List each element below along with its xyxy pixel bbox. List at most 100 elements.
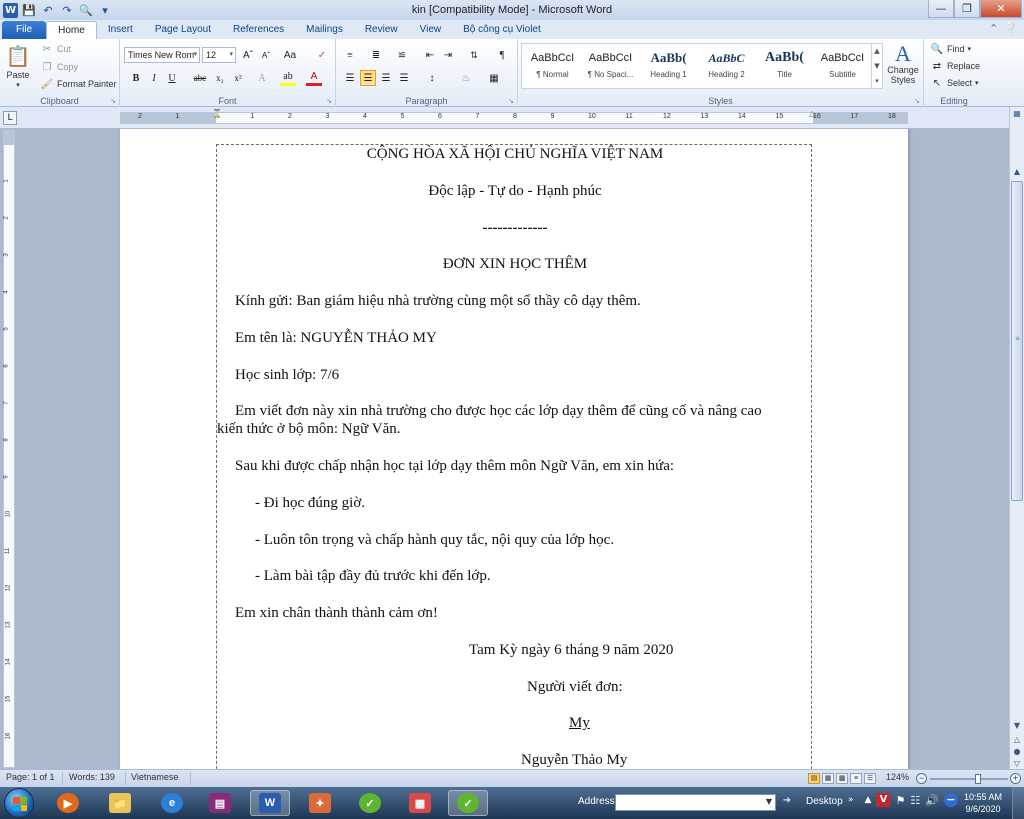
style-no-spacing[interactable]: AaBbCcI ¶ No Spaci... (582, 46, 639, 88)
page-count[interactable]: Page: 1 of 1 (6, 772, 55, 782)
font-size-box[interactable]: 12 ▾ (202, 47, 236, 63)
customize-qat-icon[interactable]: ▾ (97, 2, 113, 18)
tab-selector-icon[interactable]: L (3, 111, 17, 125)
font-name-box[interactable]: Times New Rom ▾ (124, 47, 200, 63)
print-preview-icon[interactable]: 🔍 (78, 2, 94, 18)
format-painter-button[interactable]: 🖌 Format Painter (40, 77, 117, 91)
zoom-level[interactable]: 124% (886, 772, 909, 782)
scroll-down-icon[interactable]: ▼ (1010, 719, 1024, 733)
chevron-up-icon[interactable]: ▲ (874, 47, 879, 55)
superscript-icon[interactable]: x² (230, 70, 246, 86)
save-icon[interactable]: 💾 (21, 2, 37, 18)
full-screen-view-icon[interactable]: ▦ (822, 773, 834, 784)
minimize-ribbon-icon[interactable]: ⌃ (989, 22, 998, 35)
shading-icon[interactable]: ♨ (458, 70, 474, 86)
bullets-icon[interactable]: ≡ (342, 47, 358, 63)
styles-launcher-icon[interactable]: ↘ (914, 97, 920, 105)
justify-icon[interactable]: ☰ (396, 70, 412, 86)
winrar-taskbar-button[interactable]: ▤ (200, 790, 240, 816)
paragraph-launcher-icon[interactable]: ↘ (508, 97, 514, 105)
borders-icon[interactable]: ▦ (486, 70, 502, 86)
sort-icon[interactable]: ⇅ (466, 47, 482, 63)
scroll-thumb[interactable]: ≡ (1011, 181, 1023, 501)
address-input[interactable]: ▼ (615, 794, 776, 811)
style-heading-2[interactable]: AaBbC Heading 2 (698, 46, 755, 88)
action-center-icon[interactable]: ⚑ (895, 794, 905, 807)
grow-font-icon[interactable]: Aˆ (240, 47, 256, 63)
outline-view-icon[interactable]: ≡ (850, 773, 862, 784)
highlight-icon[interactable]: ab (280, 70, 296, 86)
paste-button[interactable]: 📋 Paste ▾ (6, 43, 31, 90)
zoom-out-icon[interactable]: − (916, 773, 927, 784)
chevron-right-icon[interactable]: » (848, 795, 854, 805)
desktop-toolbar-label[interactable]: Desktop (806, 796, 843, 807)
increase-indent-icon[interactable]: ⇥ (440, 47, 456, 63)
restore-button[interactable]: ❐ (954, 0, 980, 18)
scroll-up-icon[interactable]: ▲ (1010, 165, 1024, 179)
more-styles-icon[interactable]: ▾ (875, 77, 879, 85)
violet-taskbar-button[interactable]: ✓ (350, 790, 390, 816)
network-icon[interactable]: ☷ (910, 794, 920, 807)
text-effects-icon[interactable]: A (254, 70, 270, 86)
show-desktop-button[interactable] (1012, 787, 1024, 819)
copy-button[interactable]: ❐ Copy (40, 60, 79, 74)
volume-icon[interactable]: 🔊 (925, 794, 939, 807)
tab-references[interactable]: References (222, 21, 295, 39)
zoom-slider[interactable] (930, 778, 1008, 780)
unikey-icon[interactable]: − (943, 793, 958, 807)
clock[interactable]: 10:55 AM 9/6/2020 (958, 791, 1008, 815)
tab-mailings[interactable]: Mailings (295, 21, 354, 39)
vertical-ruler[interactable]: 1234567891011121314151617 (3, 130, 15, 776)
underline-icon[interactable]: U (164, 70, 180, 86)
word-count[interactable]: Words: 139 (69, 772, 115, 782)
clipboard-launcher-icon[interactable]: ↘ (110, 97, 116, 105)
bold-icon[interactable]: B (128, 70, 144, 86)
text-box[interactable]: CỘNG HÒA XÃ HỘI CHỦ NGHĨA VIỆT NAM Độc l… (216, 144, 812, 769)
style-heading-1[interactable]: AaBb(Heading 1 (640, 46, 697, 88)
language[interactable]: Vietnamese (131, 772, 178, 782)
clear-formatting-icon[interactable]: ✓ (314, 47, 330, 63)
replace-button[interactable]: ⇄ Replace (930, 59, 980, 73)
explorer-taskbar-button[interactable]: 📁 (100, 790, 140, 816)
start-button[interactable] (4, 788, 34, 818)
tab-file[interactable]: File (2, 21, 47, 39)
antivirus-icon[interactable]: V (876, 793, 891, 807)
minimize-button[interactable]: — (928, 0, 954, 18)
style-title[interactable]: AaBb(Title (756, 46, 813, 88)
numbering-icon[interactable]: ≣ (368, 47, 384, 63)
word-logo-icon[interactable]: W (3, 2, 18, 18)
chevron-down-icon[interactable]: ▼ (874, 62, 879, 70)
document-page[interactable]: CỘNG HÒA XÃ HỘI CHỦ NGHĨA VIỆT NAM Độc l… (120, 129, 908, 769)
print-layout-view-icon[interactable]: ▤ (808, 773, 820, 784)
media-player-taskbar-button[interactable]: ▶ (48, 790, 88, 816)
horizontal-ruler[interactable]: ⌛ △ 2 1 1 2 3 4 5 6 7 8 9 10 11 12 13 14 15 16 17 18 (120, 109, 908, 124)
help-icon[interactable]: ❔ (1004, 22, 1018, 35)
zoom-slider-thumb[interactable] (975, 774, 982, 784)
word-taskbar-button[interactable]: W (250, 790, 290, 816)
align-right-icon[interactable]: ☰ (378, 70, 394, 86)
violet-window-taskbar-button[interactable]: ✓ (448, 790, 488, 816)
subscript-icon[interactable]: x₂ (212, 70, 228, 86)
redo-icon[interactable]: ↷ (59, 2, 75, 18)
ruler-toggle-icon[interactable]: ▦ (1010, 107, 1024, 121)
multilevel-list-icon[interactable]: ≌ (394, 47, 410, 63)
align-left-icon[interactable]: ☰ (342, 70, 358, 86)
style-normal[interactable]: AaBbCcI ¶ Normal (524, 46, 581, 88)
gallery-scroll[interactable]: ▲ ▼ ▾ (871, 44, 882, 88)
shrink-font-icon[interactable]: Aˇ (258, 47, 274, 63)
tray-expand-icon[interactable]: ▲ (865, 795, 872, 805)
cut-button[interactable]: ✂ Cut (40, 42, 71, 56)
tab-page-layout[interactable]: Page Layout (144, 21, 222, 39)
italic-icon[interactable]: I (146, 70, 162, 86)
undo-icon[interactable]: ↶ (40, 2, 56, 18)
ie-taskbar-button[interactable]: e (152, 790, 192, 816)
draft-view-icon[interactable]: ☰ (864, 773, 876, 784)
style-subtitle[interactable]: AaBbCcI Subtitle (814, 46, 871, 88)
indent-marker-icon[interactable]: ⌛ (212, 109, 222, 118)
change-case-icon[interactable]: Aa (282, 47, 298, 63)
select-button[interactable]: ↖ Select ▾ (930, 76, 979, 90)
font-color-icon[interactable]: A (306, 70, 322, 86)
font-launcher-icon[interactable]: ↘ (326, 97, 332, 105)
find-button[interactable]: 🔍 Find ▾ (930, 42, 971, 56)
paint-taskbar-button[interactable]: ✦ (300, 790, 340, 816)
